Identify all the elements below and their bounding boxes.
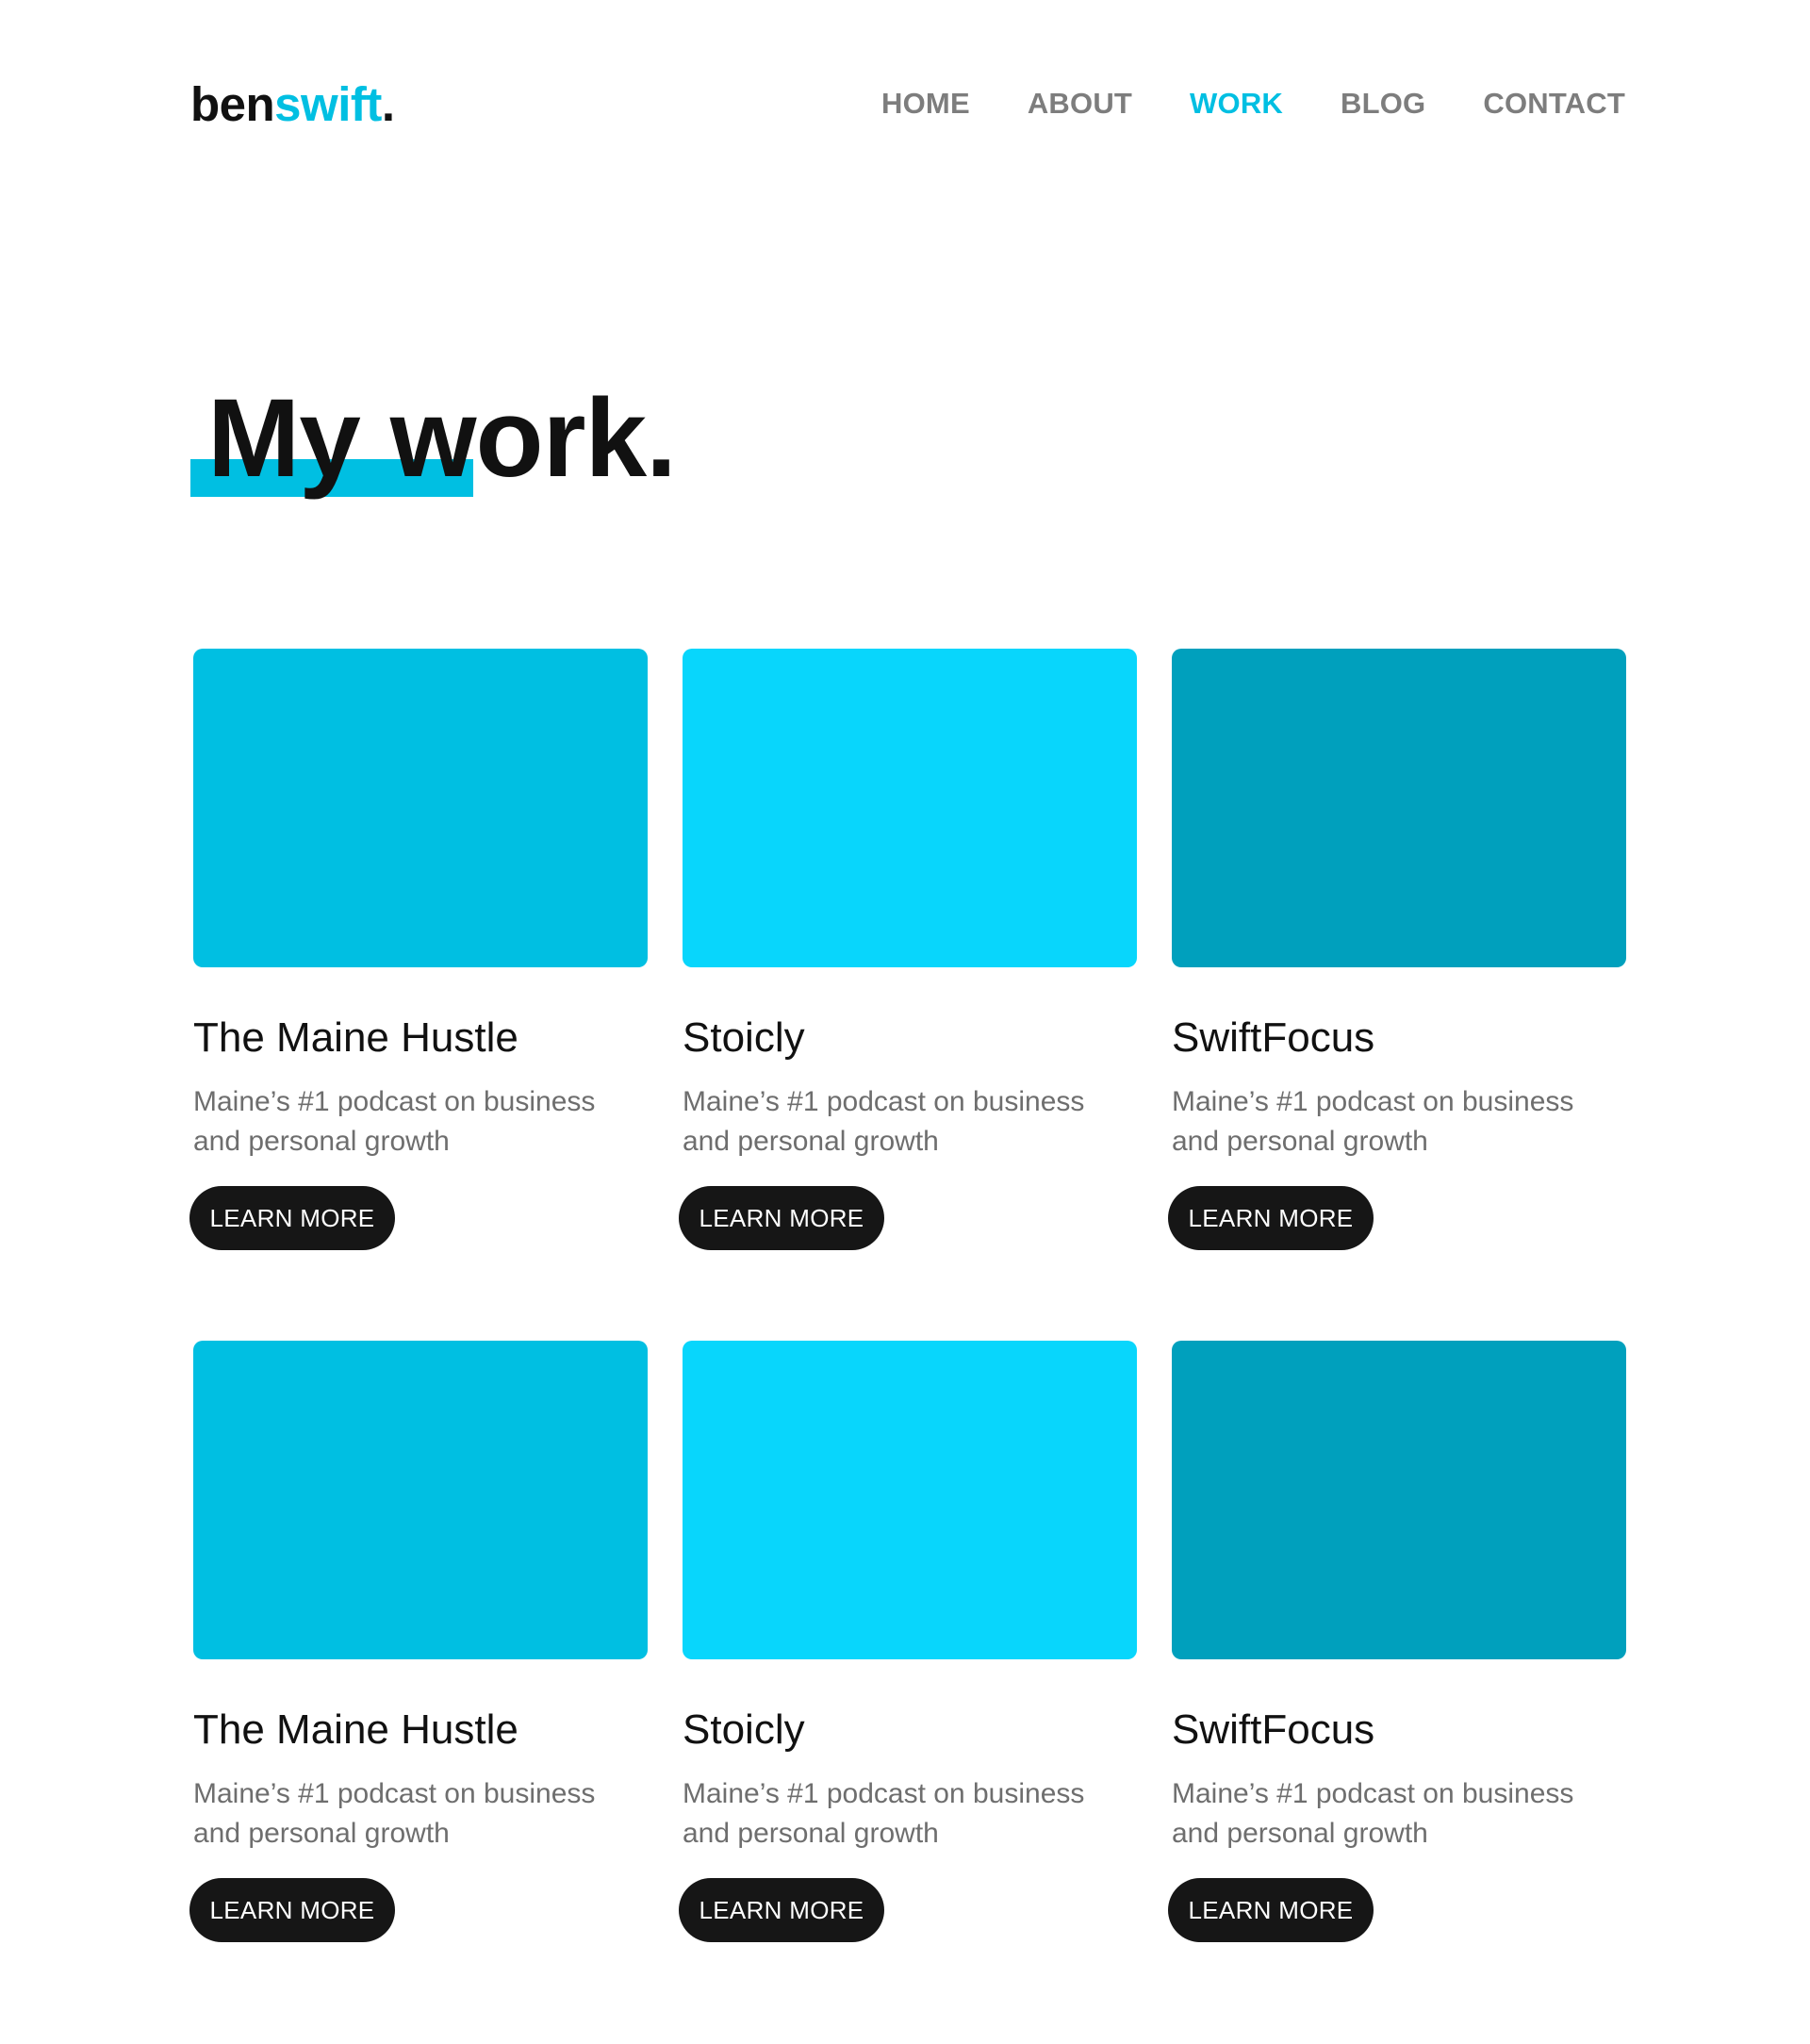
project-title: Stoicly [683, 1014, 805, 1061]
page-title-block: My work. [190, 377, 677, 500]
nav-about[interactable]: ABOUT [1028, 87, 1132, 121]
project-description: Maine’s #1 podcast on business and perso… [683, 1086, 1085, 1157]
learn-more-button[interactable]: LEARN MORE [189, 1878, 395, 1942]
learn-more-button[interactable]: LEARN MORE [1168, 1186, 1374, 1250]
page: benswift. HOME ABOUT WORK BLOG CONTACT M… [0, 0, 1810, 2044]
project-thumbnail[interactable] [683, 1341, 1137, 1659]
project-title: Stoicly [683, 1706, 805, 1753]
projects-grid: The Maine Hustle Maine’s #1 podcast on b… [189, 649, 1626, 1942]
learn-more-button[interactable]: LEARN MORE [679, 1186, 884, 1250]
project-title: SwiftFocus [1172, 1014, 1375, 1061]
project-title: The Maine Hustle [193, 1706, 518, 1753]
learn-more-button[interactable]: LEARN MORE [1168, 1878, 1374, 1942]
main-nav: HOME ABOUT WORK BLOG CONTACT [881, 87, 1625, 121]
nav-blog[interactable]: BLOG [1341, 87, 1425, 121]
project-card: Stoicly Maine’s #1 podcast on business a… [679, 649, 1137, 1250]
project-thumbnail[interactable] [683, 649, 1137, 967]
page-title: My work. [207, 376, 677, 501]
project-card: The Maine Hustle Maine’s #1 podcast on b… [189, 1341, 648, 1942]
project-thumbnail[interactable] [1172, 649, 1626, 967]
site-logo[interactable]: benswift. [190, 80, 395, 128]
nav-contact[interactable]: CONTACT [1483, 87, 1625, 121]
project-title: The Maine Hustle [193, 1014, 518, 1061]
project-card: SwiftFocus Maine’s #1 podcast on busines… [1168, 1341, 1626, 1942]
project-description: Maine’s #1 podcast on business and perso… [1172, 1778, 1574, 1849]
project-description: Maine’s #1 podcast on business and perso… [193, 1086, 596, 1157]
learn-more-button[interactable]: LEARN MORE [189, 1186, 395, 1250]
nav-work[interactable]: WORK [1190, 87, 1283, 121]
nav-home[interactable]: HOME [881, 87, 970, 121]
logo-part-ben: ben [190, 76, 275, 131]
learn-more-button[interactable]: LEARN MORE [679, 1878, 884, 1942]
project-card: Stoicly Maine’s #1 podcast on business a… [679, 1341, 1137, 1942]
project-thumbnail[interactable] [193, 649, 648, 967]
site-header: benswift. HOME ABOUT WORK BLOG CONTACT [190, 75, 1625, 132]
logo-part-swift: swift [274, 76, 382, 131]
project-description: Maine’s #1 podcast on business and perso… [193, 1778, 596, 1849]
project-thumbnail[interactable] [193, 1341, 648, 1659]
project-card: SwiftFocus Maine’s #1 podcast on busines… [1168, 649, 1626, 1250]
project-card: The Maine Hustle Maine’s #1 podcast on b… [189, 649, 648, 1250]
project-thumbnail[interactable] [1172, 1341, 1626, 1659]
project-description: Maine’s #1 podcast on business and perso… [1172, 1086, 1574, 1157]
project-description: Maine’s #1 podcast on business and perso… [683, 1778, 1085, 1849]
project-title: SwiftFocus [1172, 1706, 1375, 1753]
logo-dot: . [381, 76, 395, 131]
